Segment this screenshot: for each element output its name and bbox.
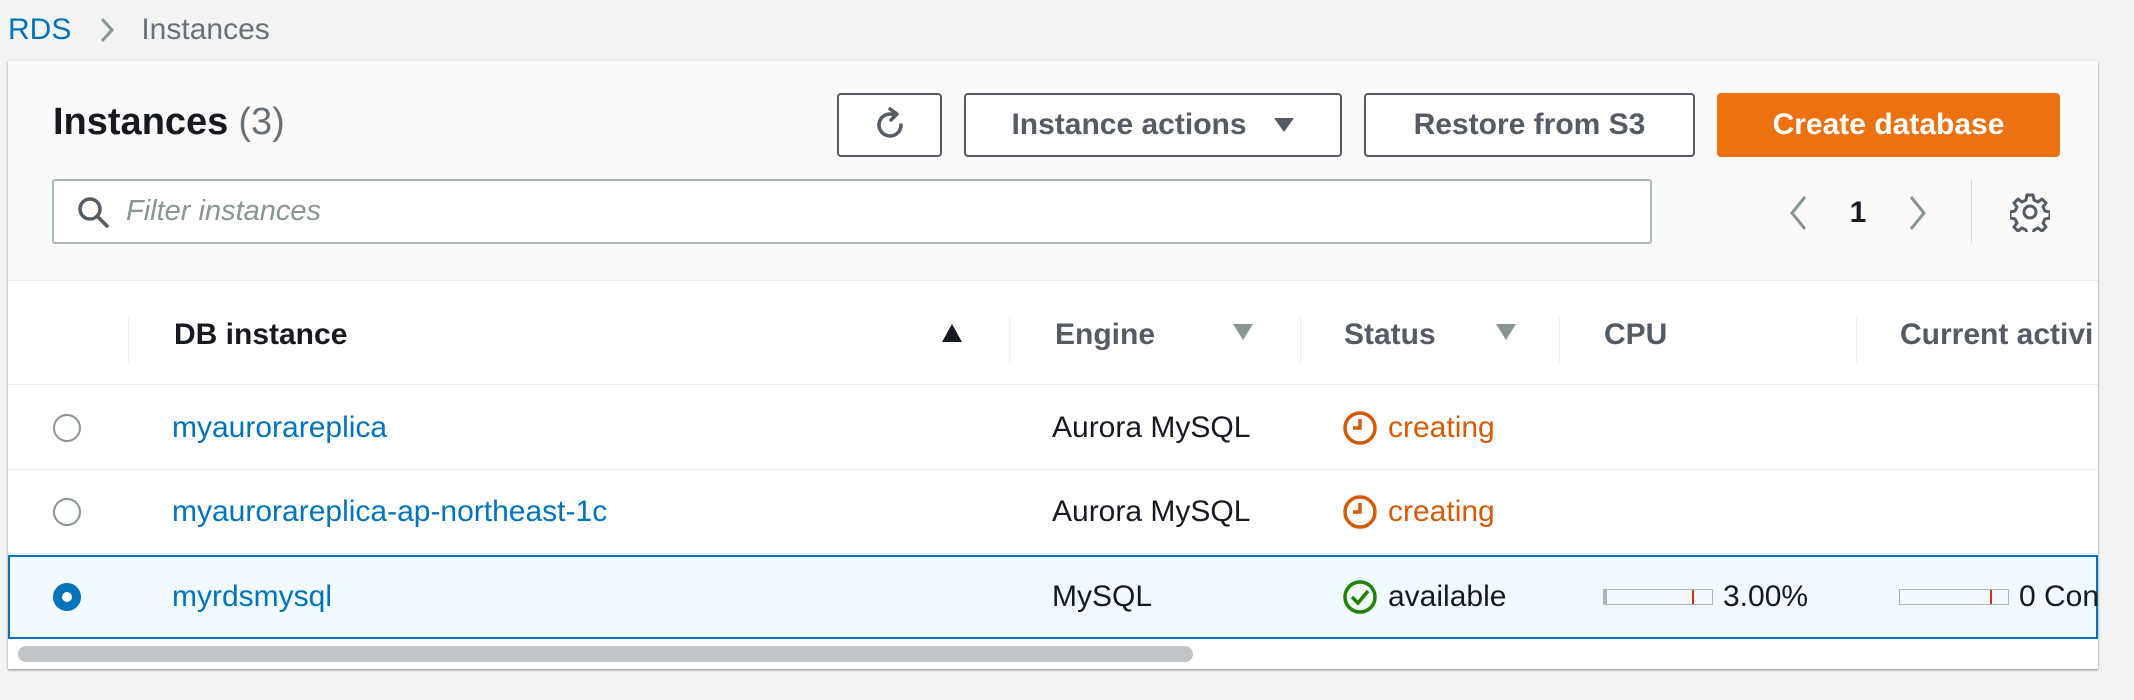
column-current-activity[interactable]: Current activi: [1900, 285, 2093, 384]
gear-icon[interactable]: [2010, 192, 2050, 232]
clock-icon: [1342, 410, 1378, 446]
page-title: Instances (3): [53, 101, 285, 144]
table-header: DB instance Engine Status CPU Current ac…: [8, 285, 2098, 385]
activity-value: 0 Con: [2019, 580, 2098, 613]
page-number[interactable]: 1: [1818, 196, 1898, 230]
restore-from-s3-button[interactable]: Restore from S3: [1364, 93, 1695, 157]
column-divider: [1559, 317, 1560, 363]
instance-name-link[interactable]: myaurorareplica: [172, 411, 387, 445]
create-label: Create database: [1772, 108, 2005, 141]
panel-header: Instances (3) Instance actions Restore f…: [8, 61, 2098, 281]
create-database-button[interactable]: Create database: [1717, 93, 2060, 157]
column-divider: [1856, 317, 1857, 363]
column-engine[interactable]: Engine: [1055, 285, 1155, 384]
engine-value: Aurora MySQL: [1052, 410, 1251, 444]
row-radio[interactable]: [53, 413, 81, 442]
row-radio[interactable]: [53, 497, 81, 526]
caret-down-icon[interactable]: [1232, 323, 1254, 341]
column-db-instance[interactable]: DB instance: [174, 285, 347, 384]
column-status[interactable]: Status: [1344, 285, 1436, 384]
breadcrumb-rds-link[interactable]: RDS: [8, 13, 71, 47]
status-badge: available: [1342, 579, 1506, 615]
instance-name-link[interactable]: myrdsmysql: [172, 580, 332, 614]
table-row[interactable]: myaurorareplica-ap-northeast-1c Aurora M…: [8, 470, 2098, 554]
column-cpu[interactable]: CPU: [1604, 285, 1667, 384]
restore-label: Restore from S3: [1413, 108, 1646, 141]
search-icon: [76, 195, 110, 229]
table-row[interactable]: myrdsmysql MySQL available 3.00% 0 Con: [8, 555, 2098, 639]
caret-up-icon[interactable]: [941, 323, 963, 343]
refresh-icon: [871, 106, 909, 144]
engine-value: Aurora MySQL: [1052, 494, 1251, 528]
caret-down-icon: [1273, 117, 1295, 133]
column-divider: [1300, 317, 1301, 363]
cpu-bar-fill: [1604, 590, 1608, 604]
pagination: 1: [1778, 181, 1938, 245]
instances-panel: Instances (3) Instance actions Restore f…: [8, 61, 2098, 669]
breadcrumb: RDS Instances: [8, 8, 270, 52]
check-circle-icon: [1342, 579, 1378, 615]
filter-box: [52, 179, 1652, 244]
refresh-button[interactable]: [837, 93, 942, 157]
breadcrumb-current: Instances: [141, 13, 270, 46]
cpu-value: 3.00%: [1723, 580, 1809, 613]
chevron-left-icon[interactable]: [1778, 194, 1818, 232]
cpu-bar: [1603, 589, 1713, 605]
filter-instances-input[interactable]: [126, 195, 1650, 228]
horizontal-scrollbar[interactable]: [18, 646, 1193, 662]
clock-icon: [1342, 494, 1378, 530]
column-divider: [128, 317, 129, 363]
chevron-right-icon: [99, 16, 115, 44]
activity-threshold-mark: [1990, 590, 1992, 604]
table-row[interactable]: myaurorareplica Aurora MySQL creating: [8, 386, 2098, 470]
engine-value: MySQL: [1052, 580, 1153, 613]
title-text: Instances: [53, 101, 229, 143]
cpu-threshold-mark: [1692, 590, 1694, 604]
row-radio-selected[interactable]: [53, 583, 81, 611]
instance-actions-button[interactable]: Instance actions: [964, 93, 1342, 157]
divider: [1971, 179, 1972, 243]
status-text: creating: [1388, 494, 1495, 528]
status-badge: creating: [1342, 410, 1495, 446]
instance-name-link[interactable]: myaurorareplica-ap-northeast-1c: [172, 495, 607, 529]
chevron-right-icon[interactable]: [1898, 194, 1938, 232]
column-divider: [1009, 317, 1010, 363]
instance-count: (3): [238, 101, 285, 143]
status-badge: creating: [1342, 494, 1495, 530]
instance-actions-label: Instance actions: [1011, 108, 1247, 141]
activity-bar: [1899, 589, 2009, 605]
caret-down-icon[interactable]: [1495, 323, 1517, 341]
status-text: creating: [1388, 410, 1495, 444]
status-text: available: [1388, 580, 1507, 613]
